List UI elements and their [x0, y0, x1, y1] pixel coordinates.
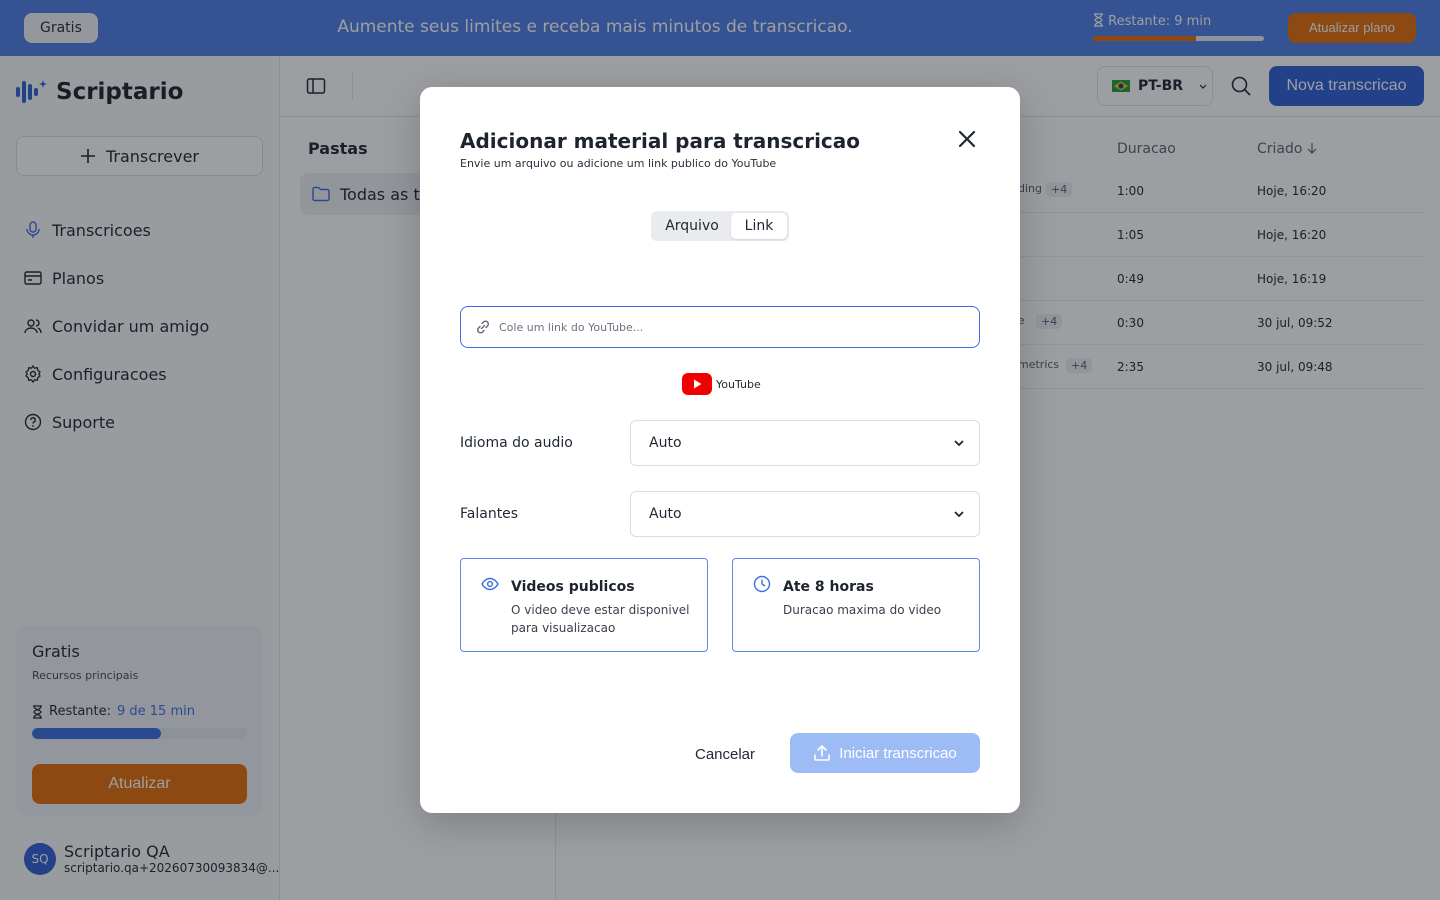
dialog-title: Adicionar material para transcricao	[460, 129, 861, 153]
youtube-link-input[interactable]	[499, 320, 959, 334]
tab-arquivo[interactable]: Arquivo	[653, 213, 731, 239]
youtube-link-field[interactable]	[460, 306, 980, 348]
start-transcription-button[interactable]: Iniciar transcricao	[790, 733, 980, 773]
tab-link[interactable]: Link	[731, 213, 787, 239]
speakers-label: Falantes	[460, 506, 519, 522]
youtube-source: YouTube	[682, 373, 761, 395]
start-transcription-label: Iniciar transcricao	[839, 744, 957, 762]
chevron-down-icon	[954, 511, 964, 518]
upload-icon	[814, 745, 831, 761]
audio-language-label: Idioma do audio	[460, 435, 573, 451]
audio-language-select[interactable]: Auto	[630, 420, 980, 466]
card-description: O video deve estar disponivel para visua…	[511, 603, 690, 635]
public-videos-card: Videos publicos O video deve estar dispo…	[460, 558, 708, 652]
card-title: Videos publicos	[511, 579, 635, 595]
eye-icon	[481, 577, 499, 591]
add-material-dialog: Adicionar material para transcricao Envi…	[420, 87, 1020, 813]
clock-icon	[753, 575, 771, 593]
close-icon[interactable]	[956, 128, 978, 150]
source-tabs: Arquivo Link	[651, 211, 789, 241]
audio-language-value: Auto	[649, 435, 682, 451]
chevron-down-icon	[954, 440, 964, 447]
cancel-button[interactable]: Cancelar	[684, 735, 766, 775]
youtube-logo-icon	[682, 373, 712, 395]
speakers-value: Auto	[649, 506, 682, 522]
card-description: Duracao maxima do video	[783, 603, 942, 617]
card-title: Ate 8 horas	[783, 579, 874, 595]
speakers-select[interactable]: Auto	[630, 491, 980, 537]
max-duration-card: Ate 8 horas Duracao maxima do video	[732, 558, 980, 652]
link-icon	[476, 320, 490, 334]
dialog-subtitle: Envie um arquivo ou adicione um link pub…	[460, 157, 777, 170]
youtube-label: YouTube	[716, 377, 761, 391]
